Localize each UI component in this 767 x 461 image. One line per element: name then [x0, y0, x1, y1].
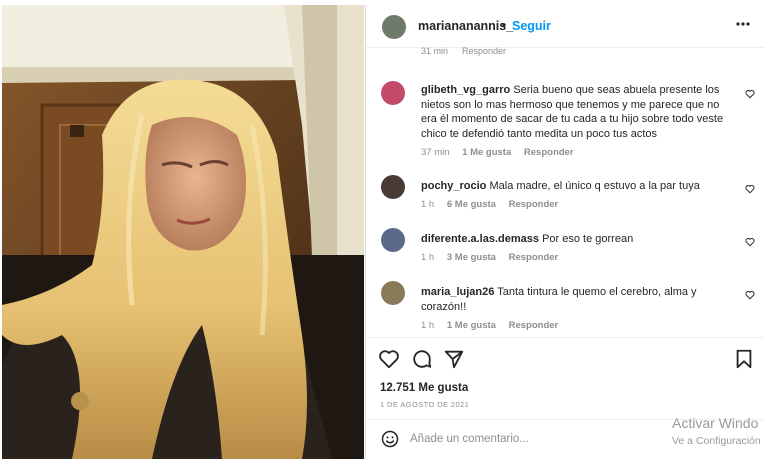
commenter-username[interactable]: pochy_rocio: [421, 180, 486, 192]
comment-time: 37 min: [421, 147, 450, 158]
commenter-avatar[interactable]: [381, 228, 405, 252]
reply-button[interactable]: Responder: [509, 252, 559, 263]
commenter-avatar[interactable]: [381, 175, 405, 199]
commenter-username[interactable]: glibeth_vg_garro: [421, 84, 510, 96]
post-photo-image: [2, 5, 364, 459]
add-comment-bar: [366, 419, 765, 460]
comment-meta: 1 h 3 Me gusta Responder: [421, 252, 558, 263]
comment-text: Mala madre, el único q estuvo a la par t…: [489, 180, 700, 192]
share-icon[interactable]: [443, 348, 465, 370]
commenter-username[interactable]: diferente.a.las.demass: [421, 233, 539, 245]
separator-dot: •: [502, 18, 507, 32]
comment-likes[interactable]: 1 Me gusta: [462, 147, 511, 158]
post-header: mariananannis_ • Seguir: [366, 5, 765, 48]
follow-button[interactable]: Seguir: [512, 19, 551, 33]
comment-likes[interactable]: 6 Me gusta: [447, 199, 496, 210]
post-actions: 12.751 Me gusta 1 DE AGOSTO DE 2021: [366, 337, 765, 416]
commenter-username[interactable]: maria_lujan26: [421, 286, 494, 298]
comment-meta: 1 h 6 Me gusta Responder: [421, 199, 558, 210]
heart-icon[interactable]: [745, 184, 755, 194]
comment-time: 1 h: [421, 199, 435, 210]
comment-time: 1 h: [421, 252, 435, 263]
commenter-avatar[interactable]: [381, 81, 405, 105]
reply-button[interactable]: Responder: [462, 47, 506, 56]
emoji-icon[interactable]: [380, 429, 400, 449]
instagram-post-window: mariananannis_ • Seguir 31 min Responder …: [0, 0, 767, 461]
comment-likes[interactable]: 3 Me gusta: [447, 252, 496, 263]
comments-list[interactable]: 31 min Responder glibeth_vg_garro Seria b…: [366, 47, 765, 337]
partial-comment-meta: 31 min Responder: [421, 47, 520, 56]
reply-button[interactable]: Responder: [509, 320, 559, 331]
heart-icon[interactable]: [378, 348, 400, 370]
post-side-panel: mariananannis_ • Seguir 31 min Responder …: [365, 5, 765, 459]
commenter-avatar[interactable]: [381, 281, 405, 305]
author-avatar[interactable]: [382, 15, 406, 39]
post-photo[interactable]: [2, 5, 364, 459]
comment-meta: 37 min 1 Me gusta Responder: [421, 147, 574, 158]
comment-likes[interactable]: 1 Me gusta: [447, 320, 496, 331]
comment-icon[interactable]: [411, 348, 433, 370]
comment-meta: 1 h 1 Me gusta Responder: [421, 320, 558, 331]
more-options-icon[interactable]: [736, 17, 750, 31]
comment-text: Por eso te gorrean: [542, 233, 634, 245]
add-comment-input[interactable]: [410, 428, 660, 450]
author-username[interactable]: mariananannis_: [418, 19, 513, 33]
comment-time: 1 h: [421, 320, 435, 331]
heart-icon[interactable]: [745, 237, 755, 247]
reply-button[interactable]: Responder: [524, 147, 574, 158]
comment-body: diferente.a.las.demass Por eso te gorrea…: [421, 232, 731, 247]
comment-body: maria_lujan26 Tanta tintura le quemo el …: [421, 285, 731, 314]
likes-count[interactable]: 12.751 Me gusta: [380, 382, 468, 394]
comment-time: 31 min: [421, 47, 449, 56]
comment-body: glibeth_vg_garro Seria bueno que seas ab…: [421, 83, 731, 141]
reply-button[interactable]: Responder: [509, 199, 559, 210]
bookmark-icon[interactable]: [733, 348, 755, 370]
comment-body: pochy_rocio Mala madre, el único q estuv…: [421, 179, 731, 194]
heart-icon[interactable]: [745, 290, 755, 300]
heart-icon[interactable]: [745, 89, 755, 99]
post-date: 1 DE AGOSTO DE 2021: [380, 400, 470, 409]
